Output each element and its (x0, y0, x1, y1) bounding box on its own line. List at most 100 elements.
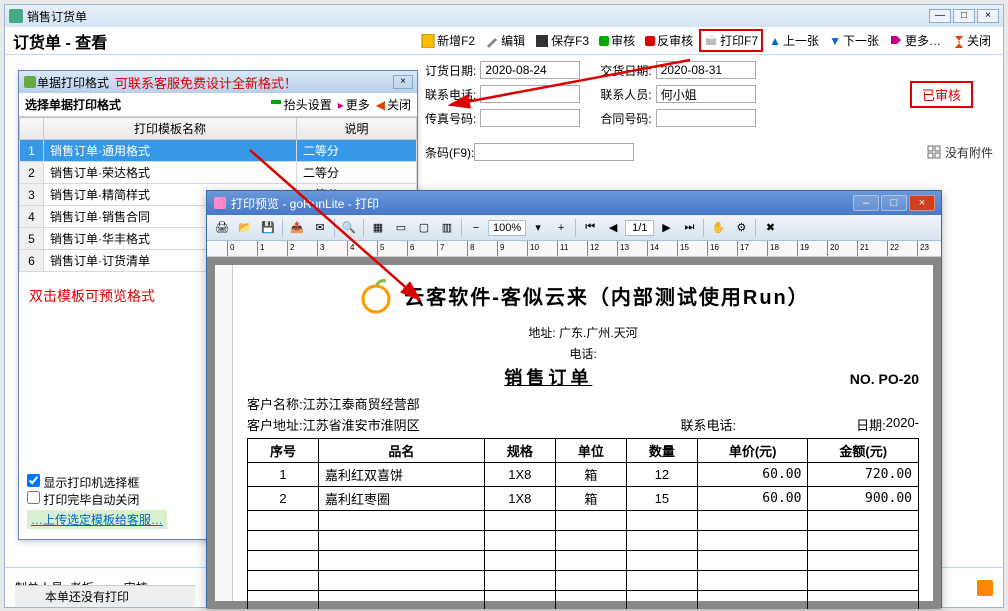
template-titlebar: 单据打印格式 可联系客服免费设计全新格式！ × (19, 71, 417, 93)
print-printer-icon[interactable]: 🖨 (211, 218, 233, 238)
audit-button[interactable]: 审核 (595, 30, 639, 51)
print-table-row (248, 531, 919, 551)
save-button[interactable]: 保存F3 (531, 30, 593, 51)
page-header: 订货单 - 查看 新增F2 编辑 保存F3 审核 反审核 打印F7 ▲上一张 ▼… (5, 27, 1003, 55)
preview-canvas: 云客软件-客似云来（内部测试使用Run） 地址: 广东.广州.天河 电话: 销售… (207, 257, 941, 609)
close-preview-icon[interactable]: ✖ (759, 218, 781, 238)
zoom-out-icon[interactable]: − (465, 218, 487, 238)
cust-name-label: 客户名称: (247, 394, 303, 413)
unaudit-icon (645, 36, 655, 46)
not-printed-label: 本单还没有打印 (15, 585, 195, 607)
order-date-label: 订货日期: (425, 62, 476, 79)
save-icon (535, 34, 549, 48)
mail-icon[interactable]: ✉ (309, 218, 331, 238)
prev-page-icon[interactable]: ◀ (602, 218, 624, 238)
template-col-name: 打印模板名称 (44, 118, 297, 140)
doc-title: 销售订单 (504, 364, 592, 390)
app-icon (9, 9, 23, 23)
first-page-icon[interactable]: ⏮ (579, 218, 601, 238)
header-icon (270, 99, 282, 111)
audit-icon (599, 36, 609, 46)
print-icon (704, 34, 718, 48)
up-arrow-icon: ▲ (769, 34, 781, 48)
new-button[interactable]: 新增F2 (417, 30, 479, 51)
contact-phone-label: 联系电话: (425, 86, 476, 103)
down-arrow-icon: ▼ (829, 34, 841, 48)
rss-icon[interactable] (977, 580, 993, 596)
upload-template-link[interactable]: …上传选定模板给客服… (27, 510, 167, 529)
print-table-row: 2嘉利红枣圈1X8箱1560.00900.00 (248, 487, 919, 511)
zoom-width-icon[interactable]: ▭ (390, 218, 412, 238)
save-icon-2[interactable]: 💾 (257, 218, 279, 238)
page-title: 订货单 - 查看 (13, 29, 107, 53)
print-preview-window: 打印预览 - goRunLite - 打印 – □ × 🖨 📂 💾 📤 ✉ 🔍 … (206, 190, 942, 608)
addr-label: 地址: (528, 326, 555, 340)
zoom-100-icon[interactable]: ▢ (413, 218, 435, 238)
zoom-in-icon[interactable]: + (550, 218, 572, 238)
no-attachment[interactable]: 没有附件 (927, 144, 993, 161)
zoom-value[interactable]: 100% (488, 220, 526, 236)
cust-addr-label: 客户地址: (247, 415, 303, 434)
edit-icon (485, 34, 499, 48)
template-dialog-title: 单据打印格式 (37, 74, 109, 91)
find-icon[interactable]: 🔍 (338, 218, 360, 238)
preview-toolbar: 🖨 📂 💾 📤 ✉ 🔍 ▦ ▭ ▢ ▥ − 100% ▾ + ⏮ ◀ 1/1 ▶… (207, 215, 941, 241)
contact-tel-label: 联系电话: (681, 415, 737, 434)
zoom-whole-icon[interactable]: ▦ (367, 218, 389, 238)
open-icon[interactable]: 📂 (234, 218, 256, 238)
template-toolbar: 选择单据打印格式 抬头设置 ▸更多 ◀关闭 (19, 93, 417, 117)
contract-no-input[interactable] (656, 109, 756, 127)
preview-maximize[interactable]: □ (881, 195, 907, 211)
preview-minimize[interactable]: – (853, 195, 879, 211)
close-form-button[interactable]: 关闭 (947, 30, 995, 51)
contact-tel (736, 415, 826, 434)
delivery-date-input[interactable] (656, 61, 756, 79)
company-logo-icon (356, 275, 396, 315)
last-page-icon[interactable]: ⏭ (678, 218, 700, 238)
main-window-title: 销售订货单 (27, 8, 87, 25)
print-date: 2020- (886, 415, 919, 434)
template-row[interactable]: 2销售订单·荣达格式二等分 (20, 162, 417, 184)
main-toolbar: 新增F2 编辑 保存F3 审核 反审核 打印F7 ▲上一张 ▼下一张 更多… 关… (417, 29, 995, 52)
print-table-row (248, 551, 919, 571)
next-page-icon[interactable]: ▶ (655, 218, 677, 238)
zoom-dropdown-icon[interactable]: ▾ (527, 218, 549, 238)
close-icon: ◀ (376, 98, 385, 112)
prev-button[interactable]: ▲上一张 (765, 30, 823, 51)
order-date-input[interactable] (480, 61, 580, 79)
fax-input[interactable] (480, 109, 580, 127)
contact-person-input[interactable] (656, 85, 756, 103)
next-button[interactable]: ▼下一张 (825, 30, 883, 51)
close-icon (951, 34, 965, 48)
template-close-button[interactable]: × (393, 75, 413, 89)
more-icon: ▸ (338, 98, 344, 112)
more-button[interactable]: 更多… (885, 30, 945, 51)
template-more-button[interactable]: ▸更多 (338, 96, 370, 113)
hand-icon[interactable]: ✋ (707, 218, 729, 238)
maximize-button[interactable]: □ (953, 9, 975, 23)
header-settings-button[interactable]: 抬头设置 (270, 96, 332, 113)
settings-icon[interactable]: ⚙ (730, 218, 752, 238)
new-icon (421, 34, 435, 48)
preview-titlebar: 打印预览 - goRunLite - 打印 – □ × (207, 191, 941, 215)
export-icon[interactable]: 📤 (286, 218, 308, 238)
preview-close[interactable]: × (909, 195, 935, 211)
select-template-label: 选择单据打印格式 (25, 96, 121, 113)
unaudit-button[interactable]: 反审核 (641, 30, 697, 51)
print-format-icon (23, 75, 37, 89)
edit-button[interactable]: 编辑 (481, 30, 529, 51)
contact-phone-input[interactable] (480, 85, 580, 103)
close-button[interactable]: × (977, 9, 999, 23)
minimize-button[interactable]: — (929, 9, 951, 23)
more-icon (889, 34, 903, 48)
template-close-btn2[interactable]: ◀关闭 (376, 96, 411, 113)
company-address: 广东.广州.天河 (559, 326, 638, 340)
print-button[interactable]: 打印F7 (699, 29, 763, 52)
contact-person-label: 联系人员: (600, 86, 651, 103)
print-date-label: 日期: (856, 415, 886, 434)
zoom-2page-icon[interactable]: ▥ (436, 218, 458, 238)
barcode-input[interactable] (474, 143, 634, 161)
contract-no-label: 合同号码: (600, 110, 651, 127)
print-table-row (248, 591, 919, 610)
template-row[interactable]: 1销售订单·通用格式二等分 (20, 140, 417, 162)
